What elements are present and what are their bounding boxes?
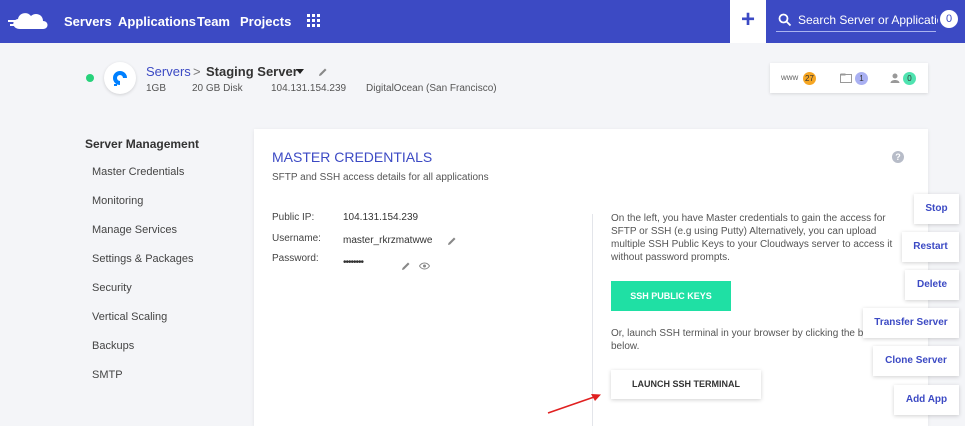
- projects-count-badge[interactable]: 1: [855, 72, 868, 85]
- edit-username-pencil-icon[interactable]: [447, 236, 457, 246]
- show-password-eye-icon[interactable]: [419, 262, 430, 270]
- server-ip: 104.131.154.239: [271, 83, 347, 94]
- search-box: [776, 8, 938, 32]
- sidebar-item-vertical-scaling[interactable]: Vertical Scaling: [92, 311, 167, 323]
- launch-ssh-terminal-button[interactable]: LAUNCH SSH TERMINAL: [611, 370, 761, 399]
- restart-button[interactable]: Restart: [902, 232, 959, 262]
- folder-icon: [840, 73, 852, 83]
- server-name: Staging Server: [206, 64, 298, 79]
- server-status-indicator: [86, 74, 94, 82]
- digitalocean-icon: [113, 71, 127, 86]
- search-input[interactable]: [798, 10, 938, 30]
- team-count-badge[interactable]: 0: [903, 72, 916, 85]
- nav-team[interactable]: Team: [197, 14, 230, 29]
- apps-count-badge[interactable]: 27: [803, 72, 816, 85]
- notification-badge[interactable]: 0: [940, 10, 958, 28]
- public-ip-value: 104.131.154.239: [343, 212, 419, 223]
- nav-servers[interactable]: Servers: [64, 14, 112, 29]
- users-icon: [890, 73, 900, 83]
- sidebar-item-settings-packages[interactable]: Settings & Packages: [92, 253, 194, 265]
- sidebar-item-security[interactable]: Security: [92, 282, 132, 294]
- username-value: master_rkrzmatwwe: [343, 235, 433, 246]
- server-dropdown-caret-icon[interactable]: [296, 69, 304, 74]
- password-label: Password:: [272, 253, 319, 264]
- cloudways-logo-icon[interactable]: [8, 9, 50, 33]
- ssh-info-text: On the left, you have Master credentials…: [611, 213, 893, 263]
- nav-applications[interactable]: Applications: [118, 14, 196, 29]
- ssh-public-keys-button[interactable]: SSH PUBLIC KEYS: [611, 281, 731, 311]
- breadcrumb-separator: >: [193, 64, 201, 79]
- sidebar-item-smtp[interactable]: SMTP: [92, 369, 123, 381]
- delete-button[interactable]: Delete: [905, 270, 959, 300]
- add-button[interactable]: +: [730, 0, 766, 43]
- www-label: www: [781, 73, 799, 82]
- stop-button[interactable]: Stop: [914, 194, 959, 224]
- clone-server-button[interactable]: Clone Server: [873, 346, 959, 376]
- sidebar-item-monitoring[interactable]: Monitoring: [92, 195, 143, 207]
- edit-server-name-pencil-icon[interactable]: [318, 67, 328, 77]
- sidebar-item-manage-services[interactable]: Manage Services: [92, 224, 177, 236]
- public-ip-label: Public IP:: [272, 212, 315, 223]
- card-title: MASTER CREDENTIALS: [272, 149, 433, 165]
- server-disk: 20 GB Disk: [192, 83, 243, 94]
- apps-grid-icon[interactable]: [307, 14, 320, 27]
- sidebar-item-backups[interactable]: Backups: [92, 340, 134, 352]
- nav-projects[interactable]: Projects: [240, 14, 291, 29]
- add-app-button[interactable]: Add App: [894, 385, 959, 415]
- password-value: ••••••••: [343, 257, 364, 268]
- edit-password-pencil-icon[interactable]: [401, 261, 411, 271]
- breadcrumb-servers[interactable]: Servers: [146, 64, 191, 79]
- digitalocean-logo: [104, 62, 136, 94]
- server-provider: DigitalOcean (San Francisco): [366, 83, 497, 94]
- card-subtitle: SFTP and SSH access details for all appl…: [272, 172, 489, 183]
- server-counts-panel: www 27 1 0: [770, 63, 928, 93]
- red-arrow-annotation-icon: [547, 394, 601, 414]
- top-navbar: Servers Applications Team Projects + 0: [0, 0, 965, 43]
- server-ram: 1GB: [146, 83, 167, 94]
- sidebar-heading: Server Management: [85, 137, 200, 151]
- username-label: Username:: [272, 233, 321, 244]
- help-icon[interactable]: ?: [892, 151, 904, 163]
- search-icon: [778, 13, 792, 27]
- sidebar-item-master-credentials[interactable]: Master Credentials: [92, 166, 184, 178]
- transfer-server-button[interactable]: Transfer Server: [863, 308, 959, 338]
